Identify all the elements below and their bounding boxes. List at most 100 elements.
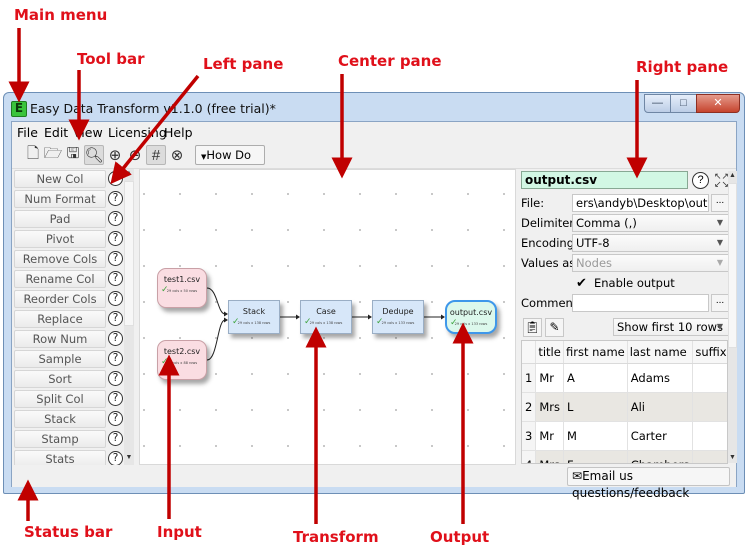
show-rows-select[interactable]: Show first 10 rows ▼ [613,318,729,336]
column-header[interactable]: first name [563,341,628,364]
transform-button-sort[interactable]: Sort [14,370,106,388]
menu-file[interactable]: File [17,125,38,140]
transform-button-pivot[interactable]: Pivot [14,230,106,248]
minimize-button[interactable]: — [644,94,671,113]
menu-view[interactable]: View [73,125,103,140]
help-icon[interactable]: ? [108,231,123,246]
column-header[interactable]: suffix [692,341,727,364]
help-icon[interactable]: ? [108,311,123,326]
table-cell[interactable]: Mrs [535,392,564,422]
table-cell[interactable]: Chambers [627,450,694,463]
table-cell[interactable]: Mr [535,421,564,451]
open-button[interactable]: 🗁 [43,145,63,165]
transform-button-sample[interactable]: Sample [14,350,106,368]
item-name-field[interactable]: output.csv [521,171,688,189]
zoom-out-button[interactable]: ⊖ [125,145,145,165]
table-cell[interactable]: Carter [627,421,694,451]
right-pane-scrollbar[interactable]: ▲ ▼ [728,171,737,463]
row-number[interactable]: 2 [522,392,537,422]
help-icon[interactable]: ? [108,431,123,446]
transform-node-stack[interactable]: ✓ Stack 29 cols x 138 rows [228,300,280,334]
help-icon[interactable]: ? [108,391,123,406]
transform-button-stamp[interactable]: Stamp [14,430,106,448]
comment-input[interactable] [572,294,709,312]
new-button[interactable]: 🗋 [23,145,43,165]
browse-file-button[interactable]: ... [711,194,729,212]
row-number[interactable]: 4 [522,450,537,463]
help-icon[interactable]: ? [108,351,123,366]
transform-button-pad[interactable]: Pad [14,210,106,228]
help-icon[interactable]: ? [108,191,123,206]
row-number[interactable]: 1 [522,363,537,393]
table-cell[interactable]: Mrs [535,450,564,463]
scroll-thumb[interactable] [124,181,134,326]
how-do-i-button[interactable]: ▼How Do I? [195,145,265,182]
help-icon[interactable]: ? [108,371,123,386]
table-cell[interactable] [692,363,727,393]
left-pane-scrollbar[interactable]: ▲ ▼ [124,169,134,465]
help-button[interactable]: ? [692,172,709,189]
encoding-select[interactable]: UTF-8 ▼ [572,234,729,252]
column-header[interactable]: last name [627,341,694,364]
table-cell[interactable] [692,450,727,463]
transform-button-split-col[interactable]: Split Col [14,390,106,408]
table-cell[interactable]: L [563,392,628,422]
transform-button-row-num[interactable]: Row Num [14,330,106,348]
transform-node-case[interactable]: ✓ Case 29 cols x 138 rows [300,300,352,334]
table-cell[interactable] [692,421,727,451]
clear-button[interactable]: ⊗ [167,145,187,165]
menu-edit[interactable]: Edit [44,125,68,140]
scroll-down-icon[interactable]: ▼ [124,454,134,461]
center-pane-canvas[interactable]: ✓ test1.csv 29 cols x 50 rows ✓ test2.csv 29 … [139,169,516,465]
table-cell[interactable]: Mr [535,363,564,393]
help-icon[interactable]: ? [108,251,123,266]
title-bar[interactable]: E Easy Data Transform v1.1.0 (free trial… [4,93,744,121]
help-icon[interactable]: ? [108,271,123,286]
scroll-thumb[interactable] [728,183,737,348]
menu-licensing[interactable]: Licensing [108,125,167,140]
table-cell[interactable]: A [563,363,628,393]
table-cell[interactable]: M [563,421,628,451]
email-feedback-button[interactable]: ✉Email us questions/feedback [567,467,730,500]
transform-button-stack[interactable]: Stack [14,410,106,428]
help-icon[interactable]: ? [108,171,123,186]
help-icon[interactable]: ? [108,211,123,226]
column-header[interactable] [522,341,537,364]
table-cell[interactable]: Adams [627,363,694,393]
column-header[interactable]: title [535,341,564,364]
help-icon[interactable]: ? [108,411,123,426]
transform-button-remove-cols[interactable]: Remove Cols [14,250,106,268]
menu-help[interactable]: Help [164,125,193,140]
edit-comment-button[interactable]: ... [711,294,729,312]
table-cell[interactable] [692,392,727,422]
copy-to-clipboard-button[interactable]: 📋︎ [523,318,542,337]
output-node-output[interactable]: ✓ output.csv 29 cols x 133 rows [445,300,497,334]
file-path-input[interactable]: ers\andyb\Desktop\output.csv [572,194,709,212]
edit-button[interactable]: ✎ [545,318,564,337]
scroll-down-icon[interactable]: ▼ [728,454,737,461]
transform-button-replace[interactable]: Replace [14,310,106,328]
grid-button[interactable]: # [146,145,166,165]
scroll-up-icon[interactable]: ▲ [124,170,134,177]
input-node-test1[interactable]: ✓ test1.csv 29 cols x 50 rows [157,268,207,308]
maximize-button[interactable]: □ [670,94,697,113]
save-button[interactable]: 🖫 [63,145,83,165]
scroll-up-icon[interactable]: ▲ [728,172,737,179]
transform-node-dedupe[interactable]: ✓ Dedupe 29 cols x 133 rows [372,300,424,334]
table-cell[interactable]: Ali [627,392,694,422]
transform-button-reorder-cols[interactable]: Reorder Cols [14,290,106,308]
close-button[interactable]: ✕ [696,94,740,113]
transform-button-rename-col[interactable]: Rename Col [14,270,106,288]
row-number[interactable]: 3 [522,421,537,451]
table-cell[interactable]: F [563,450,628,463]
zoom-in-button[interactable]: ⊕ [105,145,125,165]
transform-button-num-format[interactable]: Num Format [14,190,106,208]
enable-output-checkbox[interactable]: ✔ [576,276,588,289]
transform-button-new-col[interactable]: New Col [14,170,106,188]
delimiter-select[interactable]: Comma (,) ▼ [572,214,729,232]
help-icon[interactable]: ? [108,331,123,346]
help-icon[interactable]: ? [108,291,123,306]
help-icon[interactable]: ? [108,451,123,466]
input-node-test2[interactable]: ✓ test2.csv 29 cols x 88 rows [157,340,207,380]
zoom-fit-button[interactable]: 🔍︎ [84,145,104,165]
